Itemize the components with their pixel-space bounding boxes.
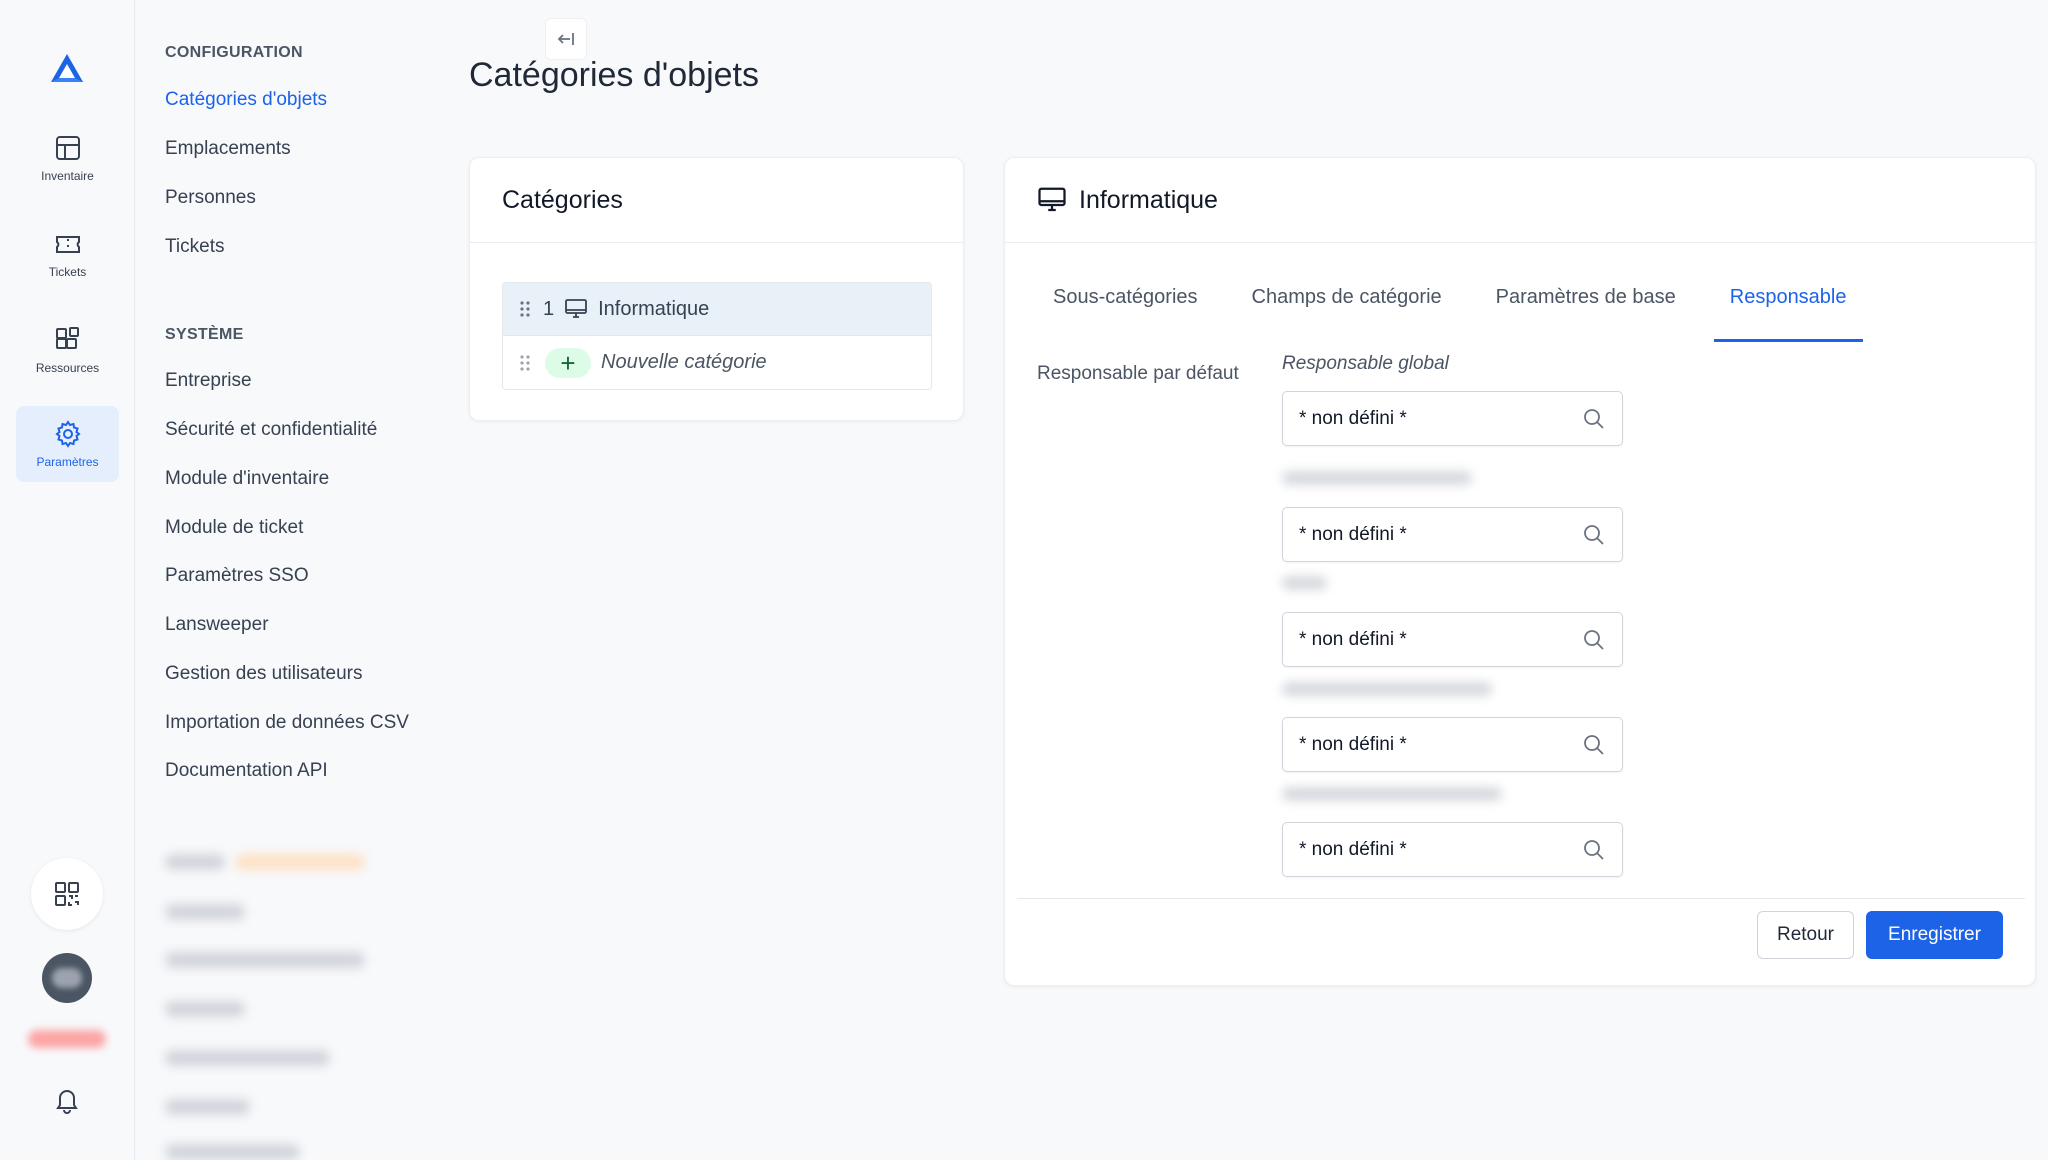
blurred-nav-item bbox=[165, 952, 365, 968]
app-rail: Inventaire Tickets Ressources Paramètres bbox=[0, 0, 135, 1160]
categories-card: Catégories 1 Informatique + Nouvelle cat… bbox=[469, 157, 964, 421]
category-detail-card: Informatique Sous-catégories Champs de c… bbox=[1004, 157, 2036, 986]
settings-nav: CONFIGURATION Catégories d'objets Emplac… bbox=[135, 0, 587, 1160]
responsible-search-field[interactable]: * non défini * bbox=[1282, 391, 1623, 446]
widgets-icon bbox=[55, 327, 79, 349]
rail-item-inventaire[interactable]: Inventaire bbox=[16, 120, 119, 196]
search-icon[interactable] bbox=[1582, 838, 1606, 862]
back-button[interactable]: Retour bbox=[1757, 911, 1854, 959]
responsible-search-field[interactable]: * non défini * bbox=[1282, 507, 1623, 562]
rail-item-label: Tickets bbox=[48, 265, 87, 279]
tab-champs-categorie[interactable]: Champs de catégorie bbox=[1236, 286, 1458, 342]
status-badge bbox=[28, 1030, 106, 1048]
gear-icon bbox=[54, 420, 81, 448]
tab-sous-categories[interactable]: Sous-catégories bbox=[1037, 286, 1214, 342]
field-value: * non défini * bbox=[1299, 628, 1407, 650]
nav-item-csv[interactable]: Importation de données CSV bbox=[165, 712, 409, 734]
search-icon[interactable] bbox=[1582, 628, 1606, 652]
blurred-nav-item bbox=[165, 904, 245, 920]
nav-item-emplacements[interactable]: Emplacements bbox=[165, 138, 291, 160]
nav-item-entreprise[interactable]: Entreprise bbox=[165, 370, 252, 392]
responsible-search-field[interactable]: * non défini * bbox=[1282, 717, 1623, 772]
detail-tabs: Sous-catégories Champs de catégorie Para… bbox=[1037, 286, 1885, 342]
blurred-badge bbox=[235, 854, 365, 870]
blurred-label bbox=[1282, 471, 1472, 485]
search-icon[interactable] bbox=[1582, 733, 1606, 757]
nav-section-title: SYSTÈME bbox=[165, 326, 244, 343]
nav-item-personnes[interactable]: Personnes bbox=[165, 187, 256, 209]
save-button[interactable]: Enregistrer bbox=[1866, 911, 2003, 959]
plus-icon[interactable]: + bbox=[545, 347, 591, 378]
qr-code-icon bbox=[55, 882, 79, 906]
new-category-row[interactable]: + Nouvelle catégorie bbox=[503, 336, 931, 389]
nav-item-api[interactable]: Documentation API bbox=[165, 760, 328, 782]
nav-item-module-ticket[interactable]: Module de ticket bbox=[165, 517, 303, 539]
rail-item-parametres[interactable]: Paramètres bbox=[16, 406, 119, 482]
tab-responsable[interactable]: Responsable bbox=[1713, 286, 1863, 342]
category-label: Informatique bbox=[598, 297, 710, 320]
search-icon[interactable] bbox=[1582, 407, 1606, 431]
nav-item-categories[interactable]: Catégories d'objets bbox=[165, 89, 327, 111]
field-value: * non défini * bbox=[1299, 733, 1407, 755]
ticket-icon bbox=[55, 236, 80, 253]
blurred-nav-item bbox=[165, 1144, 300, 1160]
default-responsible-label: Responsable par défaut bbox=[1037, 363, 1239, 384]
blurred-label bbox=[1282, 682, 1492, 696]
nav-item-sso[interactable]: Paramètres SSO bbox=[165, 565, 309, 587]
bell-icon[interactable] bbox=[52, 1085, 82, 1115]
global-responsible-label: Responsable global bbox=[1282, 353, 1449, 374]
nav-item-tickets[interactable]: Tickets bbox=[165, 236, 224, 258]
nav-item-securite[interactable]: Sécurité et confidentialité bbox=[165, 419, 377, 441]
monitor-icon bbox=[565, 299, 588, 318]
collapse-left-icon bbox=[557, 33, 574, 45]
rail-item-label: Paramètres bbox=[36, 455, 99, 469]
rail-item-label: Ressources bbox=[35, 361, 100, 375]
detail-card-title: Informatique bbox=[1079, 185, 1218, 214]
app-logo-icon[interactable] bbox=[47, 50, 87, 90]
avatar[interactable] bbox=[42, 953, 92, 1003]
categories-card-title: Catégories bbox=[502, 185, 623, 214]
nav-item-lansweeper[interactable]: Lansweeper bbox=[165, 614, 269, 636]
nav-item-module-inventaire[interactable]: Module d'inventaire bbox=[165, 468, 329, 490]
blurred-label bbox=[1282, 576, 1327, 590]
field-value: * non défini * bbox=[1299, 838, 1407, 860]
nav-section-title: CONFIGURATION bbox=[165, 44, 303, 61]
category-row[interactable]: 1 Informatique bbox=[503, 283, 931, 336]
search-icon[interactable] bbox=[1582, 523, 1606, 547]
responsible-search-field[interactable]: * non défini * bbox=[1282, 612, 1623, 667]
category-list: 1 Informatique + Nouvelle catégorie bbox=[502, 282, 932, 390]
detail-card-header: Informatique bbox=[1005, 158, 2035, 243]
category-number: 1 bbox=[543, 297, 555, 320]
nav-item-utilisateurs[interactable]: Gestion des utilisateurs bbox=[165, 663, 363, 685]
categories-card-header: Catégories bbox=[470, 158, 963, 243]
tab-parametres-base[interactable]: Paramètres de base bbox=[1480, 286, 1692, 342]
blurred-label bbox=[1282, 787, 1502, 801]
qr-code-button[interactable] bbox=[31, 858, 103, 930]
footer-divider bbox=[1017, 898, 2025, 899]
rail-item-ressources[interactable]: Ressources bbox=[16, 312, 119, 388]
blurred-nav-item bbox=[165, 1099, 250, 1115]
collapse-sidebar-button[interactable] bbox=[545, 18, 587, 60]
responsible-search-field[interactable]: * non défini * bbox=[1282, 822, 1623, 877]
drag-handle-icon bbox=[520, 354, 530, 371]
blurred-section-title bbox=[165, 854, 225, 870]
new-category-label[interactable]: Nouvelle catégorie bbox=[601, 351, 767, 374]
field-value: * non défini * bbox=[1299, 407, 1407, 429]
page-title: Catégories d'objets bbox=[469, 56, 759, 94]
monitor-icon bbox=[1038, 187, 1066, 212]
field-value: * non défini * bbox=[1299, 523, 1407, 545]
blurred-nav-item bbox=[165, 1001, 245, 1017]
rail-item-tickets[interactable]: Tickets bbox=[16, 216, 119, 292]
drag-handle-icon[interactable] bbox=[519, 299, 531, 319]
blurred-nav-item bbox=[165, 1050, 330, 1066]
grid-icon bbox=[55, 136, 80, 160]
rail-item-label: Inventaire bbox=[41, 169, 94, 183]
